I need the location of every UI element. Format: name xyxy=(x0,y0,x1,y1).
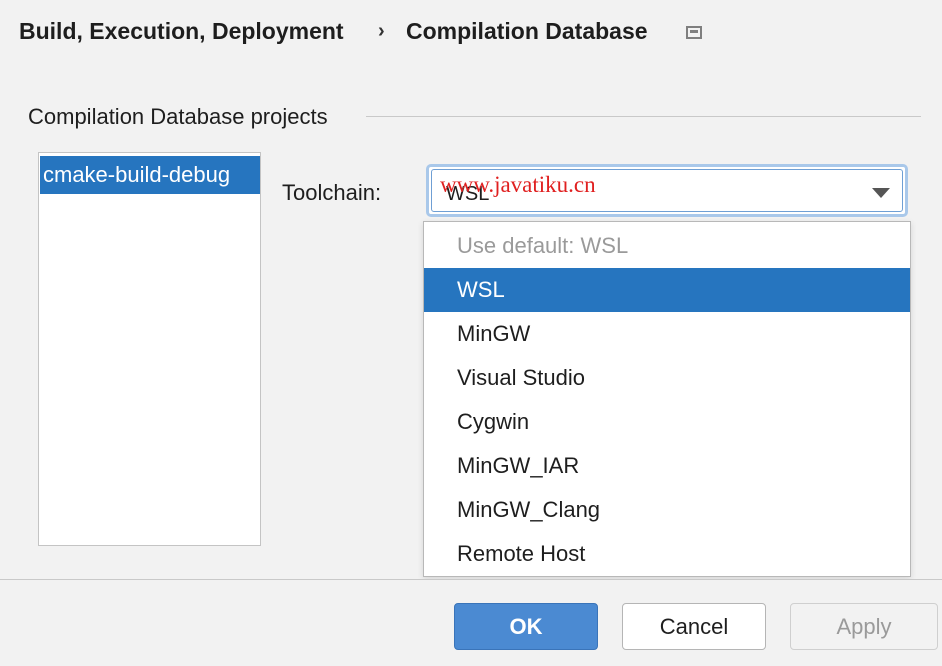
project-scope-icon xyxy=(686,26,702,39)
apply-button[interactable]: Apply xyxy=(790,603,938,650)
toolchain-dropdown[interactable]: Use default: WSL WSL MinGW Visual Studio Cyg… xyxy=(423,221,911,577)
ok-button[interactable]: OK xyxy=(454,603,598,650)
toolchain-option[interactable]: MinGW_IAR xyxy=(424,444,910,488)
project-list[interactable]: cmake-build-debug xyxy=(38,152,261,546)
settings-header: Build, Execution, Deployment › Compilati… xyxy=(0,0,942,66)
toolchain-option[interactable]: MinGW xyxy=(424,312,910,356)
section-divider xyxy=(366,116,921,117)
toolchain-option[interactable]: Visual Studio xyxy=(424,356,910,400)
watermark-text: www.javatiku.cn xyxy=(440,172,596,197)
chevron-down-icon[interactable] xyxy=(872,188,890,198)
project-list-item[interactable]: cmake-build-debug xyxy=(40,156,260,194)
breadcrumb-separator: › xyxy=(378,20,385,42)
section-title: Compilation Database projects xyxy=(28,104,328,129)
toolchain-option[interactable]: WSL xyxy=(424,268,910,312)
toolchain-label: Toolchain: xyxy=(282,180,382,205)
toolchain-option[interactable]: Remote Host xyxy=(424,532,910,576)
breadcrumb-parent[interactable]: Build, Execution, Deployment xyxy=(19,18,344,45)
breadcrumb-current: Compilation Database xyxy=(406,18,648,44)
toolchain-option[interactable]: Cygwin xyxy=(424,400,910,444)
cancel-button[interactable]: Cancel xyxy=(622,603,766,650)
toolchain-option: Use default: WSL xyxy=(457,233,629,258)
toolchain-option[interactable]: MinGW_Clang xyxy=(424,488,910,532)
